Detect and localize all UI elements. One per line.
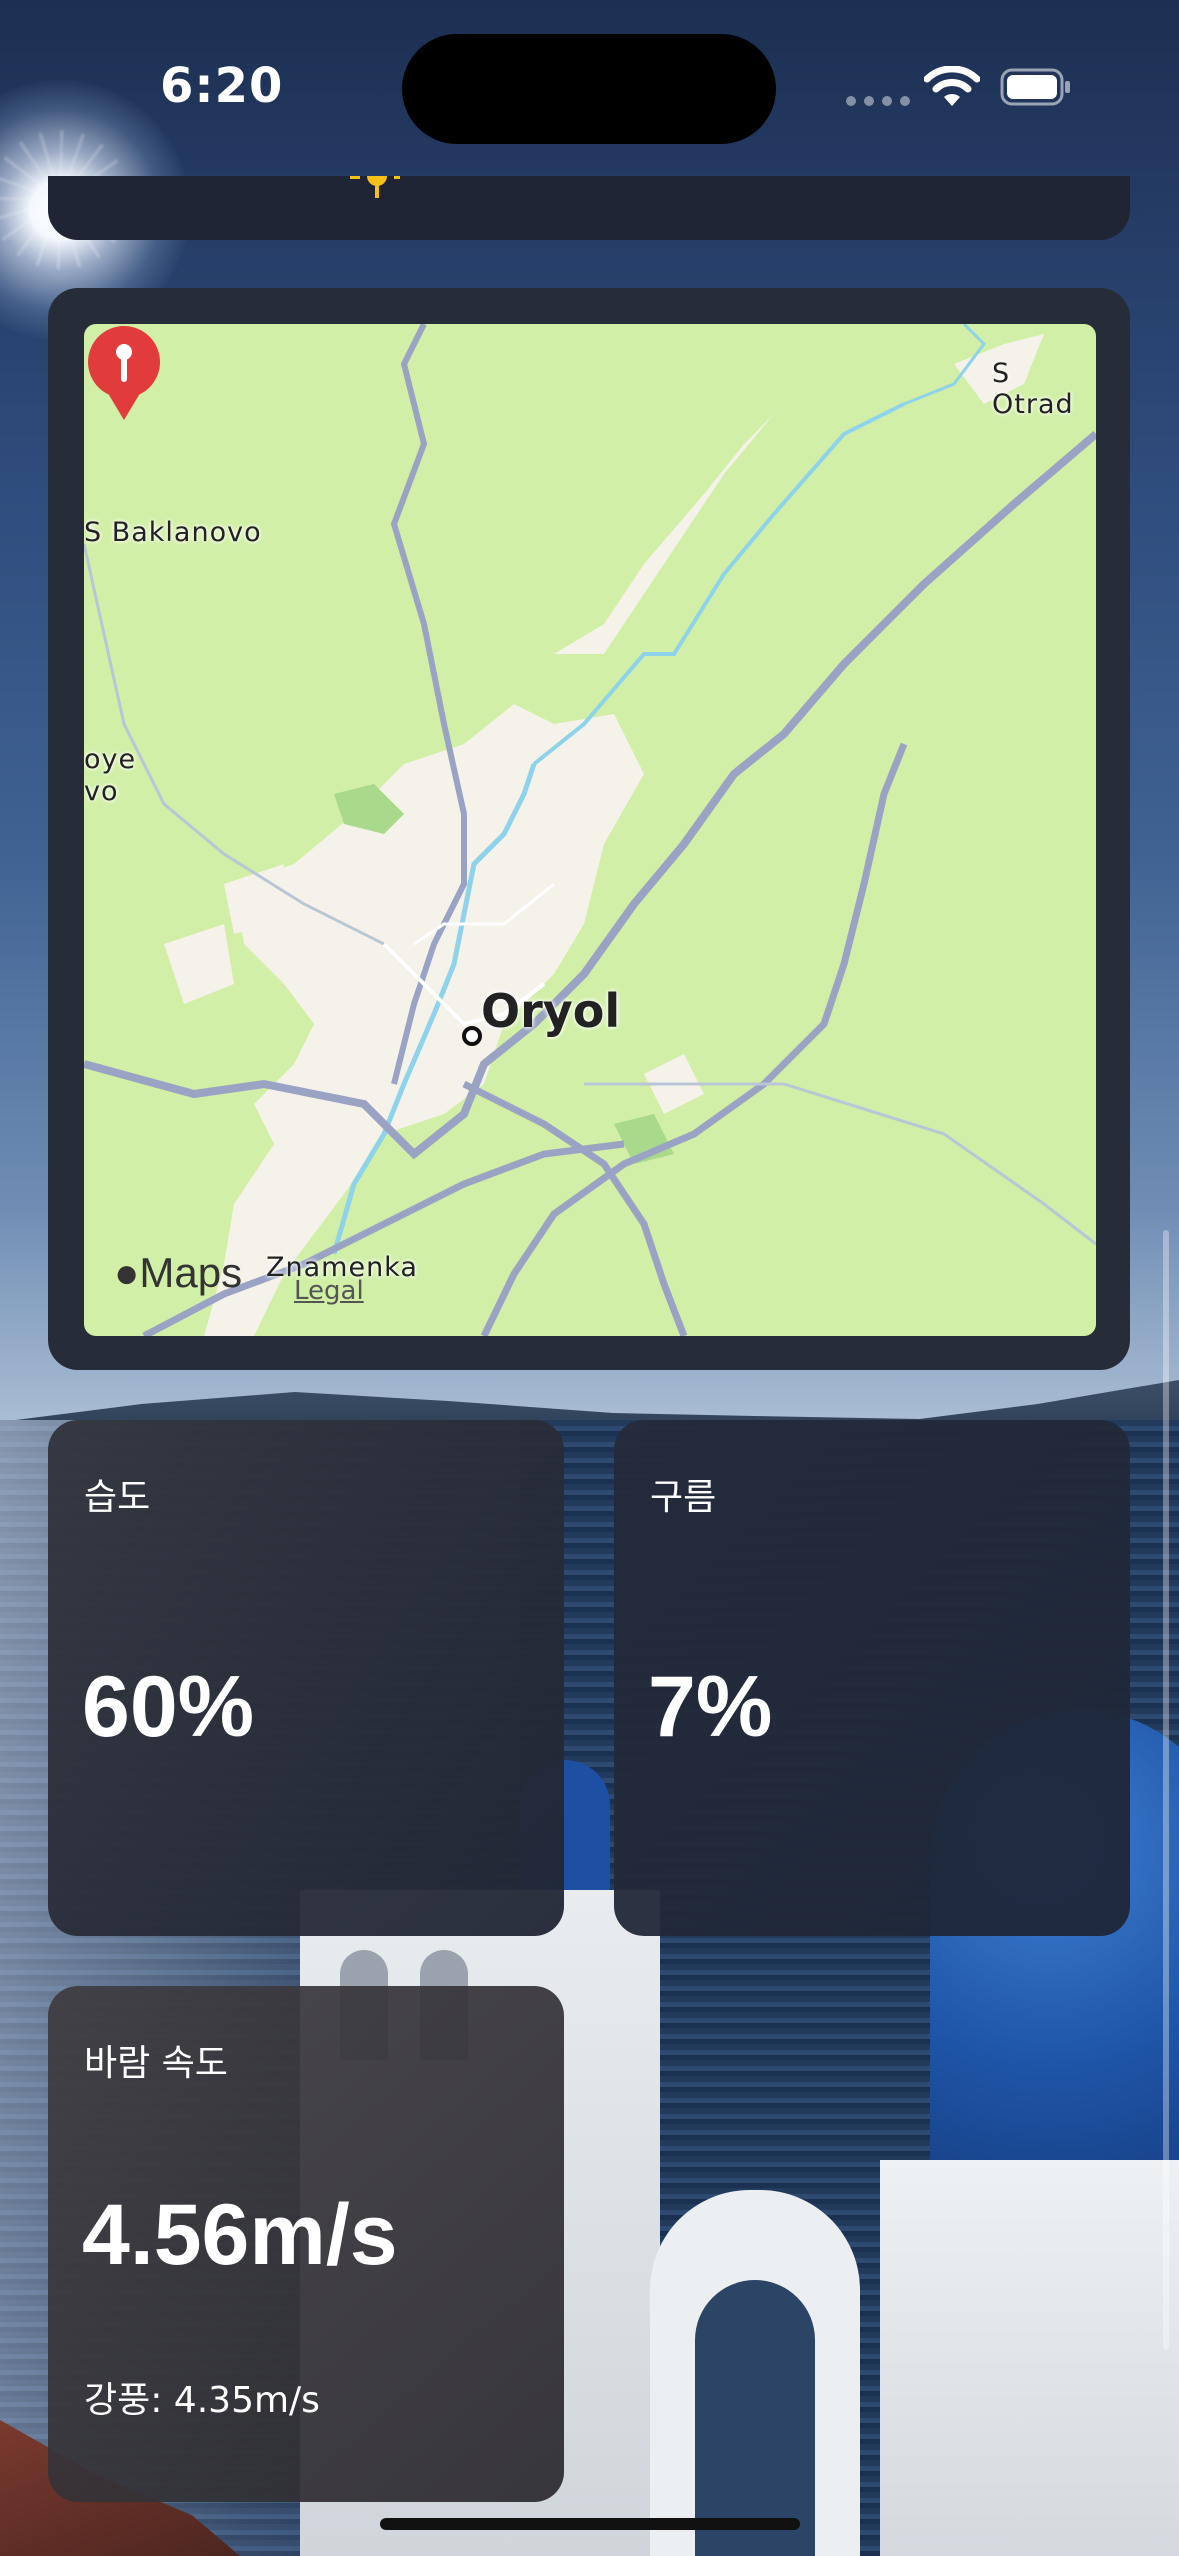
wind-card[interactable]: 바람 속도 4.56m/s 강풍: 4.35m/s <box>48 1986 564 2502</box>
map-label-otrada: S Otrad <box>992 358 1074 420</box>
wind-gust: 강풍: 4.35m/s <box>84 2380 320 2421</box>
right-church <box>880 2160 1179 2556</box>
scroll-indicator[interactable] <box>1163 1230 1169 2350</box>
status-bar: 6:20 <box>0 0 1179 170</box>
map-pin-icon[interactable] <box>84 324 164 424</box>
map-label-oye-2: vo <box>84 776 119 807</box>
signal-dots-icon <box>846 96 910 106</box>
humidity-title: 습도 <box>84 1477 151 1518</box>
home-indicator[interactable] <box>380 2518 800 2530</box>
map-label-oye-1: oye <box>84 744 137 775</box>
maps-logo: ●Maps <box>114 1249 243 1296</box>
map-canvas <box>84 324 1096 1336</box>
wifi-icon <box>924 66 980 106</box>
clouds-value: 7% <box>648 1659 773 1755</box>
bell-arch <box>650 2190 860 2556</box>
sun-icon <box>350 176 400 198</box>
dynamic-island <box>402 34 776 144</box>
status-time: 6:20 <box>160 58 284 114</box>
city-dot-icon <box>462 1026 482 1046</box>
map-label-city: Oryol <box>481 984 621 1038</box>
clouds-card[interactable]: 구름 7% <box>614 1420 1130 1936</box>
location-map[interactable]: S Baklanovo S Otrad oye vo Znamenka Oryo… <box>84 324 1096 1336</box>
legal-link[interactable]: Legal <box>294 1276 364 1306</box>
clouds-title: 구름 <box>650 1477 717 1518</box>
battery-icon <box>1000 68 1070 106</box>
map-label-baklanovo: S Baklanovo <box>84 517 262 548</box>
wind-value: 4.56m/s <box>82 2187 398 2283</box>
humidity-card[interactable]: 습도 60% <box>48 1420 564 1936</box>
apple-logo-icon: ● <box>114 1249 140 1296</box>
humidity-value: 60% <box>82 1659 255 1755</box>
weather-summary-card[interactable] <box>48 176 1130 240</box>
wind-title: 바람 속도 <box>84 2043 228 2084</box>
